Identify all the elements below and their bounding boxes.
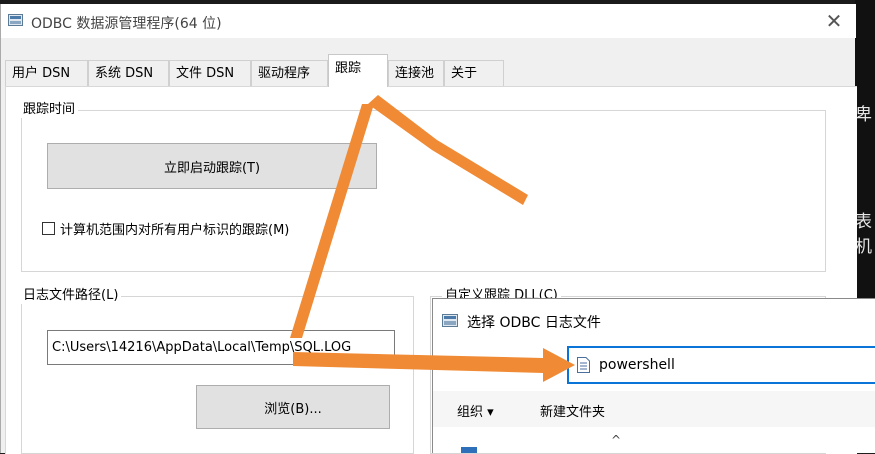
tab-about[interactable]: 关于	[444, 60, 504, 86]
browse-button[interactable]: 浏览(B)...	[196, 385, 390, 429]
dialog-app-icon	[442, 314, 458, 327]
tab-file-dsn[interactable]: 文件 DSN	[169, 60, 251, 86]
address-value: powershell	[599, 357, 675, 373]
up-arrow-icon[interactable]: >	[549, 354, 559, 368]
document-icon	[577, 357, 590, 373]
checkbox-box[interactable]	[42, 222, 55, 235]
background-text-fragment: 卑	[855, 105, 872, 125]
start-tracing-button[interactable]: 立即启动跟踪(T)	[47, 143, 377, 189]
title-bar: ODBC 数据源管理程序(64 位) ✕	[1, 4, 856, 38]
tab-user-dsn[interactable]: 用户 DSN	[5, 60, 88, 86]
scroll-up-icon[interactable]: ^	[611, 433, 621, 447]
log-file-path-label: 日志文件路径(L)	[20, 288, 122, 304]
dialog-title-bar: 选择 ODBC 日志文件	[433, 299, 875, 341]
close-button[interactable]: ✕	[812, 4, 856, 38]
machine-wide-tracing-checkbox[interactable]: 计算机范围内对所有用户标识的跟踪(M)	[42, 219, 289, 238]
tab-connection-pooling[interactable]: 连接池	[388, 60, 444, 86]
log-file-path-input[interactable]: C:\Users\14216\AppData\Local\Temp\SQL.LO…	[47, 330, 395, 365]
tab-tracing[interactable]: 跟踪	[328, 54, 388, 87]
odbc-app-icon	[8, 14, 23, 26]
close-icon: ✕	[825, 9, 843, 33]
trace-time-group: 跟踪时间 立即启动跟踪(T) 计算机范围内对所有用户标识的跟踪(M)	[20, 102, 826, 272]
quick-access-icon[interactable]	[461, 447, 477, 453]
trace-time-label: 跟踪时间	[20, 102, 79, 118]
organize-menu-button[interactable]: 组织 ▾	[457, 401, 494, 420]
machine-wide-tracing-label: 计算机范围内对所有用户标识的跟踪(M)	[60, 223, 290, 238]
tab-drivers[interactable]: 驱动程序	[251, 60, 328, 86]
new-folder-button[interactable]: 新建文件夹	[540, 401, 605, 420]
background-text-fragment: 表机	[855, 212, 872, 257]
dialog-toolbar: 组织 ▾ 新建文件夹	[433, 391, 875, 427]
window-title: ODBC 数据源管理程序(64 位)	[31, 16, 222, 32]
back-arrow-icon[interactable]: <	[453, 354, 463, 368]
file-name-address-box[interactable]: powershell	[567, 346, 875, 384]
tab-system-dsn[interactable]: 系统 DSN	[88, 60, 169, 86]
select-log-file-dialog: 选择 ODBC 日志文件 < > powershell 组织 ▾ 新建文件夹 ^	[432, 298, 875, 453]
log-file-path-group: 日志文件路径(L) C:\Users\14216\AppData\Local\T…	[20, 288, 414, 454]
dialog-title: 选择 ODBC 日志文件	[467, 315, 601, 331]
